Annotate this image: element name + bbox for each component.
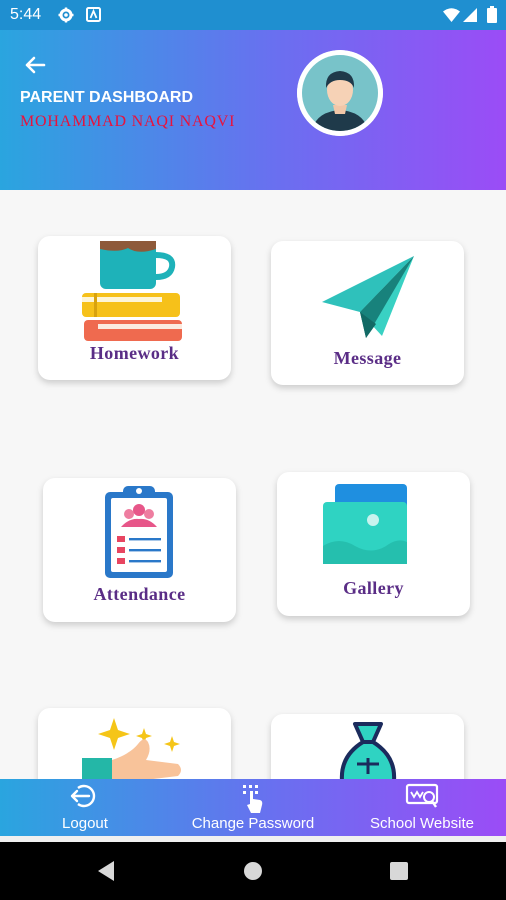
money-bag-card[interactable]	[271, 714, 464, 779]
bottom-navigation: Logout Change Password School Website	[0, 779, 506, 836]
status-time: 5:44	[10, 6, 42, 23]
website-search-icon	[405, 783, 439, 808]
school-website-button[interactable]: School Website	[362, 779, 482, 836]
home-circle-icon[interactable]	[243, 861, 263, 881]
logout-label: Logout	[62, 815, 108, 832]
logout-icon	[70, 784, 96, 808]
dashboard-grid: Homework Message Attendance Gallery	[0, 190, 506, 779]
page-title: PARENT DASHBOARD	[20, 89, 194, 106]
message-card[interactable]: Message	[271, 241, 464, 385]
settings-gear-icon	[58, 7, 74, 23]
wifi-icon	[443, 8, 460, 22]
battery-icon	[487, 6, 497, 23]
status-bar: 5:44	[0, 0, 506, 30]
clipboard-checklist-icon	[105, 486, 173, 578]
gallery-label: Gallery	[343, 578, 404, 598]
homework-card[interactable]: Homework	[38, 236, 231, 380]
dashboard-header: PARENT DASHBOARD MOHAMMAD NAQI NAQVI	[0, 30, 506, 190]
back-arrow-icon[interactable]	[20, 50, 50, 80]
homework-books-cup-icon	[82, 241, 182, 341]
money-bag-icon	[340, 722, 396, 779]
hand-sparkles-card[interactable]	[38, 708, 231, 779]
photo-gallery-icon	[323, 484, 407, 564]
message-label: Message	[333, 348, 402, 368]
back-triangle-icon[interactable]	[96, 860, 116, 882]
accessibility-icon	[86, 7, 101, 22]
student-name: MOHAMMAD NAQI NAQVI	[20, 113, 236, 130]
paper-plane-icon	[322, 256, 414, 338]
logout-button[interactable]: Logout	[30, 779, 140, 836]
avatar[interactable]	[297, 50, 383, 136]
touch-hand-icon	[243, 785, 263, 813]
change-password-button[interactable]: Change Password	[183, 779, 323, 836]
change-password-label: Change Password	[191, 815, 315, 832]
attendance-label: Attendance	[93, 584, 186, 604]
signal-icon	[463, 8, 477, 22]
attendance-card[interactable]: Attendance	[43, 478, 236, 622]
recents-square-icon[interactable]	[390, 862, 408, 880]
school-website-label: School Website	[370, 815, 474, 832]
hand-sparkles-icon	[82, 718, 181, 779]
system-navigation-bar	[0, 842, 506, 900]
gallery-card[interactable]: Gallery	[277, 472, 470, 616]
homework-label: Homework	[89, 343, 180, 363]
